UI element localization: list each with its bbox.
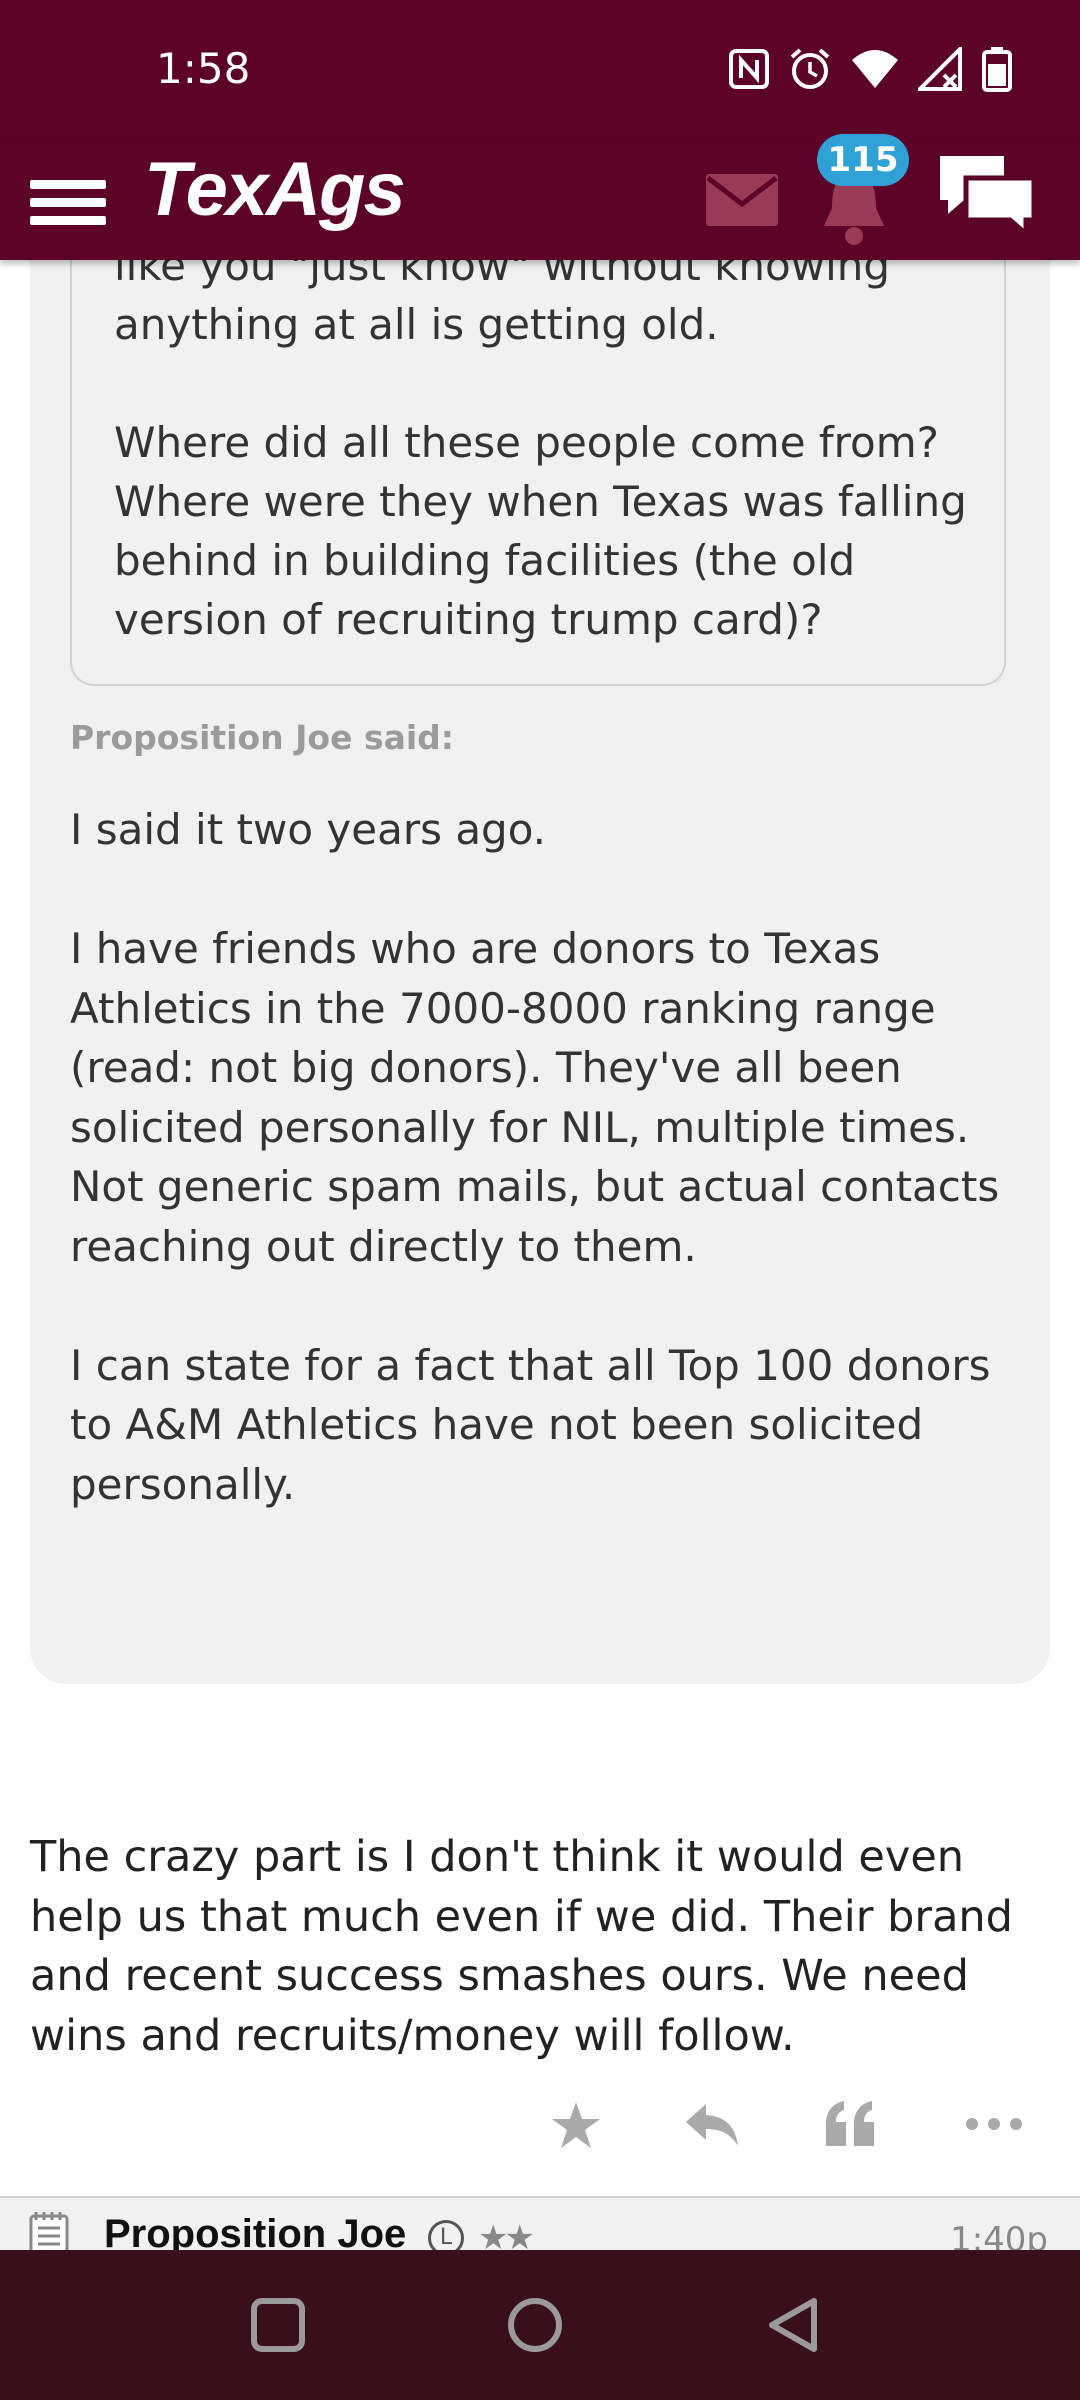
- notification-badge[interactable]: 115: [817, 134, 909, 186]
- post-author[interactable]: Proposition Joe: [104, 2212, 406, 2250]
- reply-icon[interactable]: [684, 2100, 740, 2150]
- wifi-icon: [852, 50, 898, 88]
- next-post-header[interactable]: Proposition Joe L ★★ 1:40p: [0, 2196, 1080, 2250]
- signal-icon: [918, 47, 962, 91]
- menu-icon[interactable]: [30, 162, 106, 238]
- quote-paragraph: I can state for a fact that all Top 100 …: [70, 1340, 991, 1509]
- inner-quote-text: like you "just know" without knowing any…: [114, 260, 994, 649]
- outer-quote-text: I said it two years ago. I have friends …: [70, 800, 1020, 1514]
- quote-paragraph: I said it two years ago.: [70, 805, 547, 854]
- level-badge: L: [428, 2220, 464, 2250]
- recents-button[interactable]: [248, 2295, 308, 2355]
- rating-stars: ★★: [478, 2218, 535, 2250]
- mail-icon[interactable]: [704, 172, 780, 228]
- nfc-icon: [729, 49, 769, 89]
- quote-icon[interactable]: [824, 2100, 876, 2148]
- chat-icon[interactable]: [936, 150, 1038, 240]
- texags-logo[interactable]: TexAgs: [144, 146, 406, 233]
- star-icon[interactable]: [550, 2100, 602, 2152]
- outer-quote: like you "just know" without knowing any…: [30, 260, 1050, 1684]
- thread-content: like you "just know" without knowing any…: [0, 260, 1080, 2250]
- document-icon: [29, 2212, 69, 2250]
- status-time: 1:58: [156, 44, 251, 93]
- system-nav-bar: [0, 2250, 1080, 2400]
- app-header: TexAgs 115: [0, 134, 1080, 260]
- quote-paragraph: I have friends who are donors to Texas A…: [70, 924, 1000, 1271]
- battery-icon: [982, 47, 1012, 92]
- post-actions: [0, 2100, 1080, 2160]
- status-icons: [728, 46, 1012, 92]
- post-time: 1:40p: [950, 2220, 1048, 2250]
- alarm-icon: [790, 48, 830, 89]
- inner-quote: like you "just know" without knowing any…: [70, 260, 1006, 686]
- more-icon[interactable]: [964, 2108, 1024, 2140]
- home-button[interactable]: [505, 2295, 565, 2355]
- inner-quote-paragraph: like you "just know" without knowing any…: [114, 260, 891, 349]
- inner-quote-paragraph: Where did all these people come from? Wh…: [114, 418, 967, 644]
- back-button[interactable]: [764, 2295, 824, 2355]
- post-body: The crazy part is I don't think it would…: [30, 1832, 1013, 2061]
- quote-attribution: Proposition Joe said:: [70, 718, 454, 757]
- status-bar: 1:58: [0, 0, 1080, 142]
